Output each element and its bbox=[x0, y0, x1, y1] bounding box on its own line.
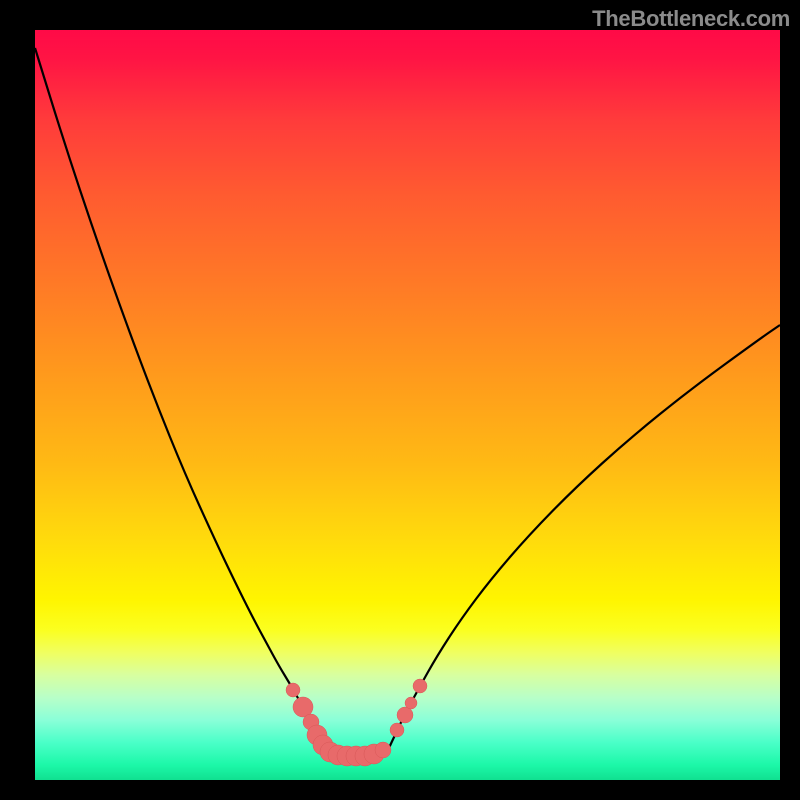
marker-dot bbox=[413, 679, 427, 693]
marker-dots bbox=[286, 679, 427, 766]
marker-dot bbox=[375, 742, 391, 758]
chart-svg bbox=[35, 30, 780, 780]
curve-right bbox=[388, 325, 780, 750]
marker-dot bbox=[397, 707, 413, 723]
marker-dot bbox=[390, 723, 404, 737]
chart-frame: TheBottleneck.com bbox=[0, 0, 800, 800]
marker-dot bbox=[286, 683, 300, 697]
curve-left bbox=[35, 48, 326, 750]
marker-dot bbox=[405, 697, 417, 709]
watermark-text: TheBottleneck.com bbox=[592, 6, 790, 32]
chart-plot-area bbox=[35, 30, 780, 780]
